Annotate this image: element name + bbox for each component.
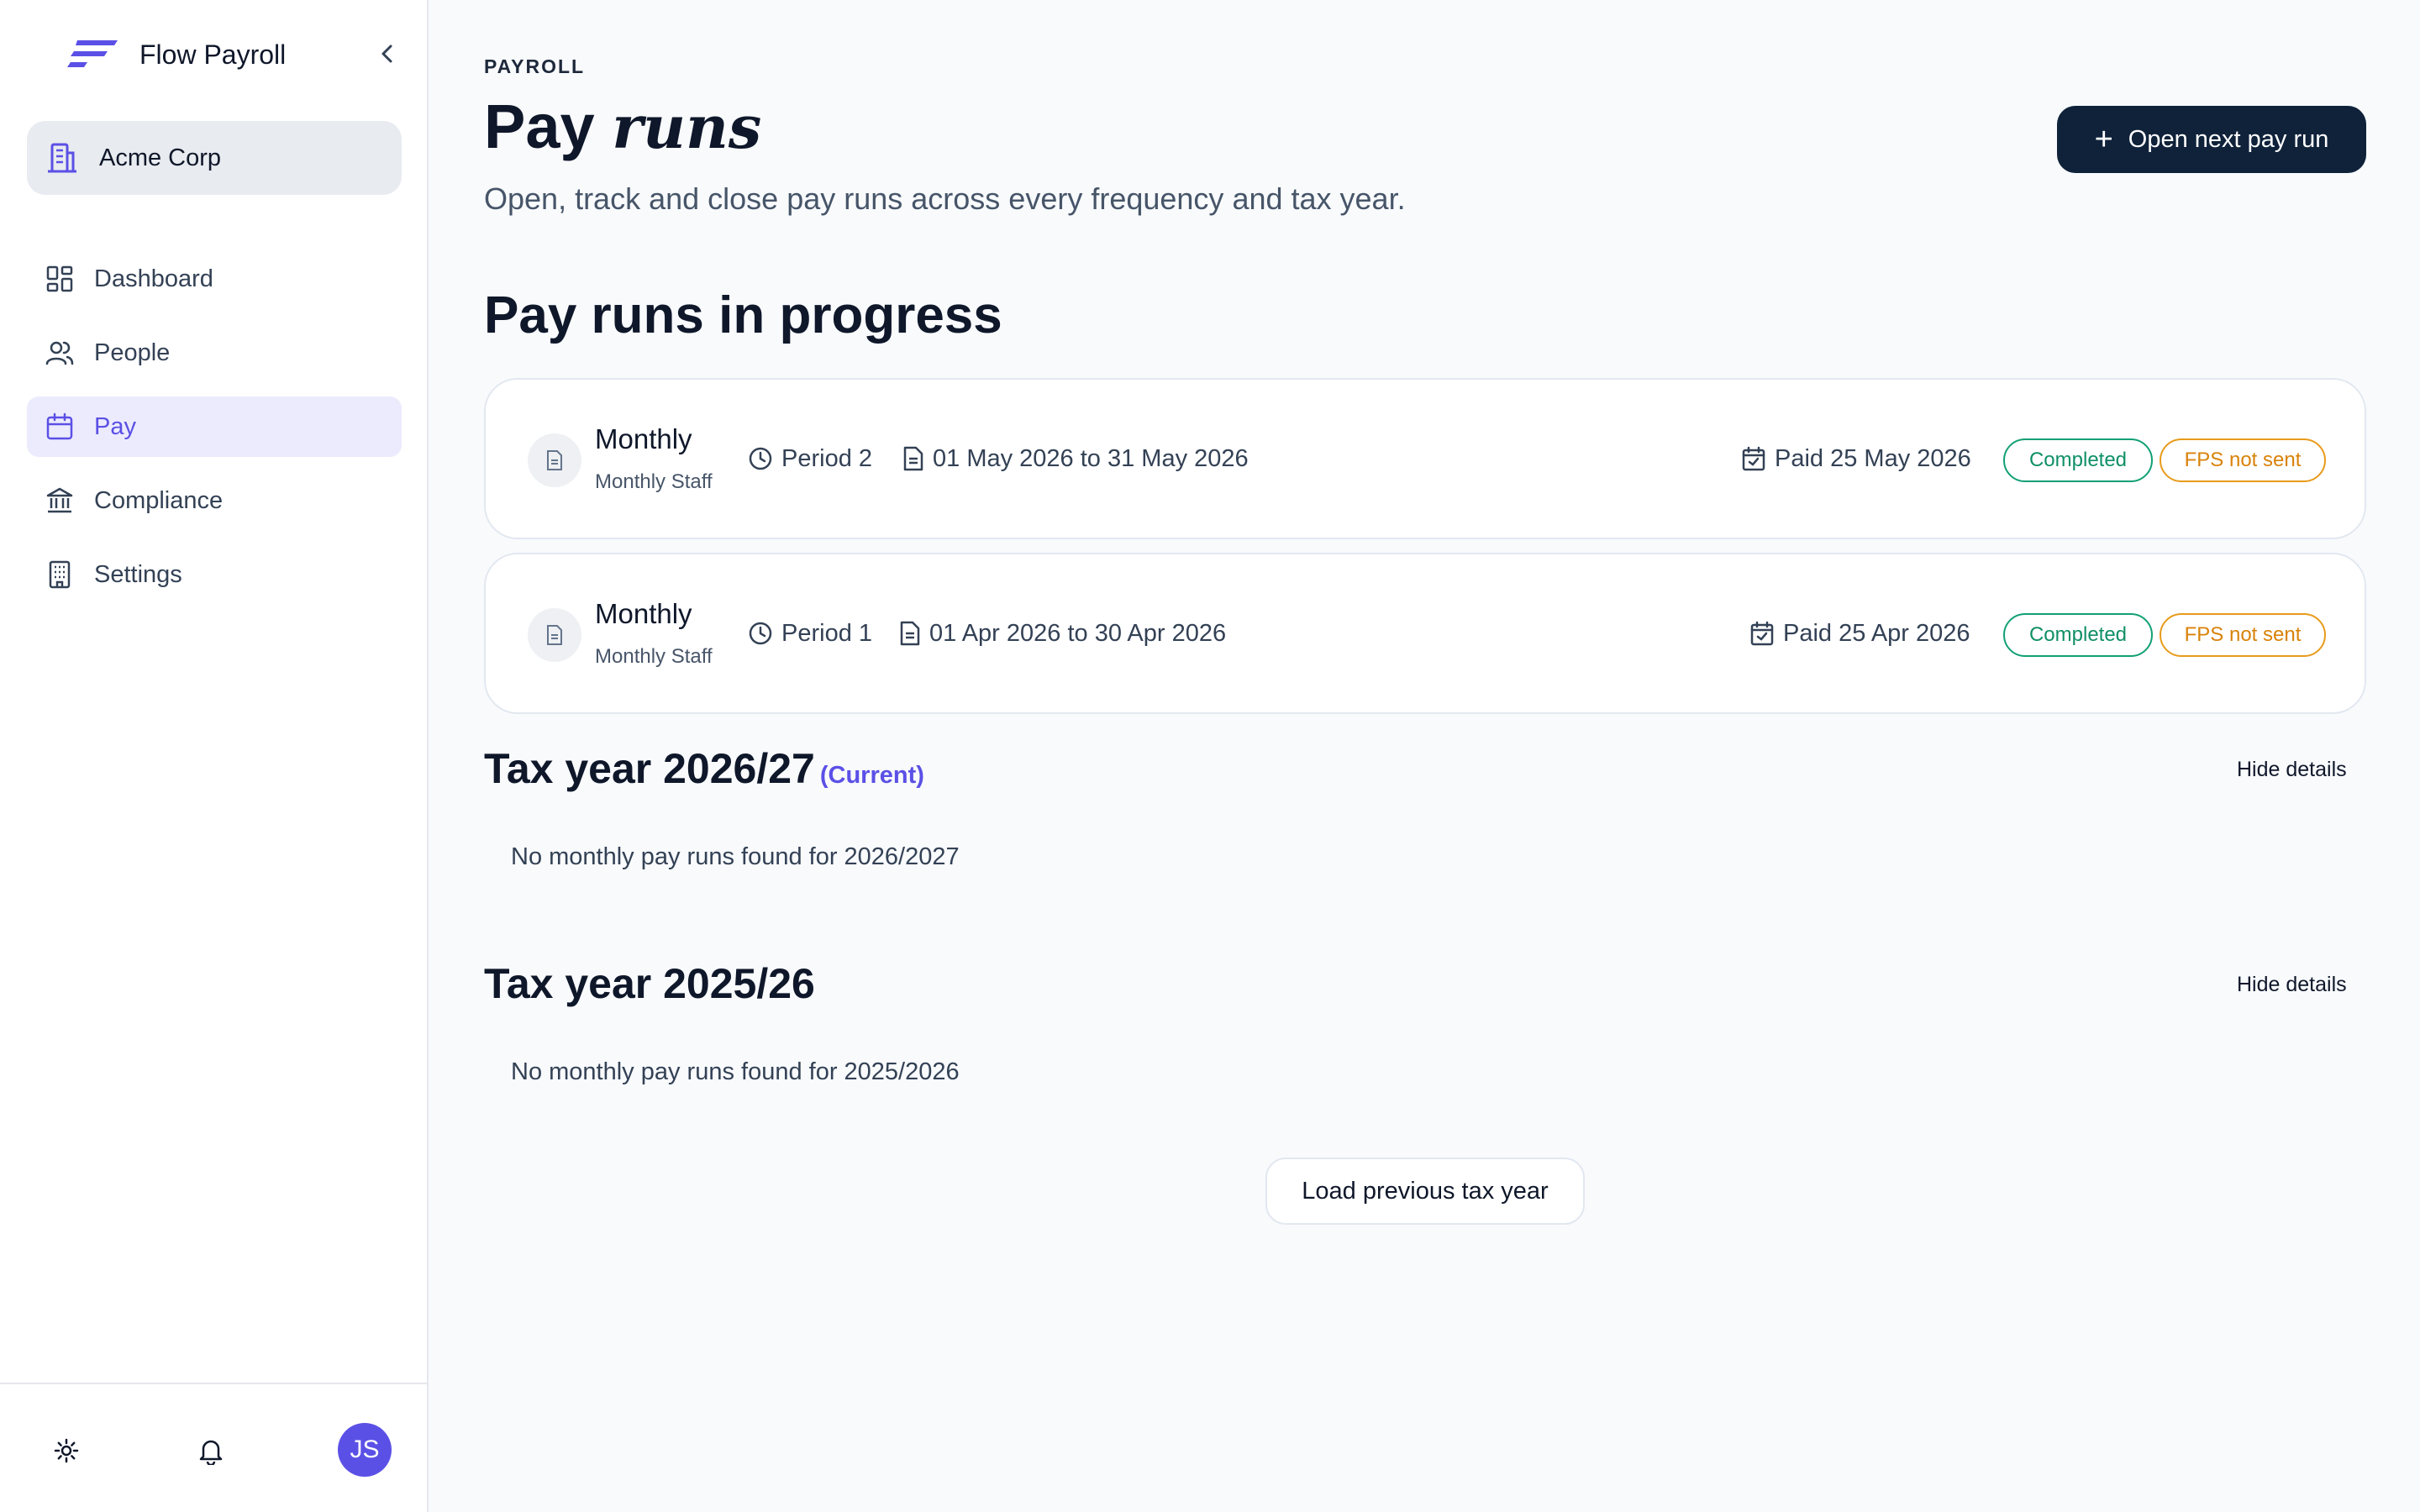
- sidebar-item-label: Compliance: [94, 486, 224, 514]
- tax-year-title: Tax year 2026/27 (Current): [484, 744, 924, 793]
- pay-run-card[interactable]: Monthly Monthly Staff Period 2 01 May 20…: [484, 378, 2366, 539]
- open-next-pay-run-label: Open next pay run: [2128, 125, 2329, 153]
- current-tag: (Current): [819, 762, 924, 789]
- page-title-main: Pay: [484, 92, 595, 161]
- status-badge: Completed: [2003, 438, 2153, 482]
- document-icon: [528, 608, 581, 662]
- hide-details-button[interactable]: Hide details: [2237, 973, 2347, 997]
- pay-run-dates: 01 Apr 2026 to 30 Apr 2026: [899, 617, 1226, 650]
- calendar-check-icon: [1750, 621, 1774, 646]
- sidebar-item-label: Dashboard: [94, 265, 213, 292]
- pay-run-frequency: Monthly: [595, 598, 692, 629]
- clock-icon: [749, 447, 772, 470]
- tax-year-label: Tax year 2026/27: [484, 745, 815, 792]
- sidebar-item-label: People: [94, 339, 171, 366]
- tax-year-label: Tax year 2025/26: [484, 960, 815, 1007]
- brand[interactable]: Flow Payroll: [67, 34, 286, 76]
- sidebar-item-pay[interactable]: Pay: [27, 396, 402, 457]
- file-icon: [903, 446, 923, 471]
- pay-run-card[interactable]: Monthly Monthly Staff Period 1 01 Apr 20…: [484, 553, 2366, 714]
- pay-run-date-range: 01 May 2026 to 31 May 2026: [933, 444, 1249, 472]
- chevron-left-icon: [381, 45, 392, 63]
- pay-run-period-label: Period 2: [781, 444, 873, 472]
- pay-run-date-range: 01 Apr 2026 to 30 Apr 2026: [929, 619, 1227, 647]
- main-content: PAYROLL Pay runs Open, track and close p…: [484, 0, 2366, 1512]
- flow-logo-icon: [67, 40, 118, 67]
- theme-toggle-button[interactable]: [45, 1430, 87, 1472]
- bell-icon: [199, 1440, 223, 1465]
- empty-state-text: No monthly pay runs found for 2026/2027: [511, 843, 960, 870]
- pay-run-dates: 01 May 2026 to 31 May 2026: [902, 442, 1249, 475]
- page-subtitle: Open, track and close pay runs across ev…: [484, 181, 1406, 216]
- sidebar-item-people[interactable]: People: [27, 323, 402, 383]
- pay-run-frequency: Monthly: [595, 423, 692, 454]
- dashboard-icon: [46, 265, 73, 292]
- page-eyebrow: PAYROLL: [484, 55, 586, 77]
- org-name: Acme Corp: [99, 144, 222, 171]
- pay-run-paid-date: Paid 25 May 2026: [1775, 444, 1971, 472]
- document-icon: [528, 433, 581, 487]
- tax-year-title: Tax year 2025/26: [484, 959, 815, 1008]
- open-next-pay-run-button[interactable]: + Open next pay run: [2057, 106, 2366, 173]
- sidebar-item-label: Settings: [94, 560, 182, 588]
- pay-run-period: Period 1: [748, 617, 872, 650]
- sidebar-item-compliance[interactable]: Compliance: [27, 470, 402, 531]
- fps-status-badge: FPS not sent: [2160, 438, 2326, 482]
- pay-run-paid-date: Paid 25 Apr 2026: [1783, 619, 1970, 647]
- people-icon: [45, 341, 74, 365]
- avatar[interactable]: JS: [338, 1423, 392, 1477]
- sidebar-item-settings[interactable]: Settings: [27, 544, 402, 605]
- empty-state-text: No monthly pay runs found for 2025/2026: [511, 1058, 960, 1085]
- sidebar-item-dashboard[interactable]: Dashboard: [27, 249, 402, 309]
- sun-icon: [54, 1438, 79, 1463]
- building-icon: [48, 143, 76, 173]
- collapse-sidebar-button[interactable]: [366, 37, 408, 71]
- pay-run-group: Monthly Staff: [595, 645, 713, 668]
- hide-details-button[interactable]: Hide details: [2237, 758, 2347, 782]
- calendar-icon: [46, 412, 73, 440]
- sidebar-nav: Dashboard People Pay Compliance Settings: [27, 249, 402, 618]
- org-switcher[interactable]: Acme Corp: [27, 121, 402, 195]
- pay-run-period-label: Period 1: [781, 619, 873, 647]
- load-previous-tax-year-button[interactable]: Load previous tax year: [1265, 1158, 1585, 1225]
- sidebar-footer: JS: [0, 1383, 429, 1512]
- pay-run-paid: Paid 25 Apr 2026: [1749, 617, 1970, 650]
- calendar-check-icon: [1742, 446, 1765, 471]
- bank-icon: [46, 487, 73, 513]
- app-name: Flow Payroll: [139, 39, 287, 70]
- pay-run-period: Period 2: [748, 442, 872, 475]
- fps-status-badge: FPS not sent: [2160, 613, 2326, 657]
- building-icon: [49, 560, 71, 589]
- sidebar: Flow Payroll Acme Corp Dashboard People …: [0, 0, 429, 1512]
- clock-icon: [749, 622, 772, 645]
- pay-run-paid: Paid 25 May 2026: [1741, 442, 1971, 475]
- page-title-italic: runs: [612, 92, 762, 162]
- file-icon: [900, 621, 920, 646]
- sidebar-item-label: Pay: [94, 412, 136, 440]
- status-badge: Completed: [2003, 613, 2153, 657]
- page-title: Pay runs: [484, 91, 761, 162]
- plus-icon: +: [2094, 122, 2113, 157]
- pay-run-group: Monthly Staff: [595, 470, 713, 493]
- section-title-in-progress: Pay runs in progress: [484, 286, 1002, 344]
- notifications-button[interactable]: [190, 1430, 232, 1472]
